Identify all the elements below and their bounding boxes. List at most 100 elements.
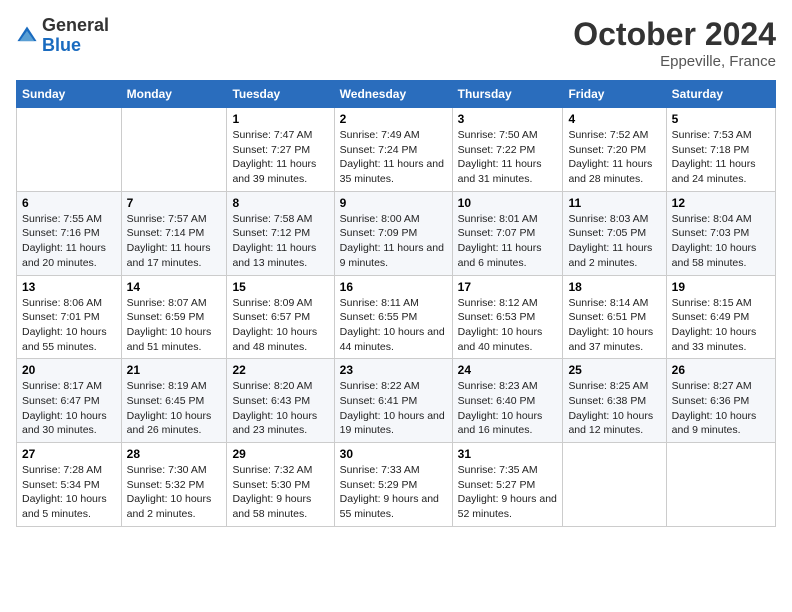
cell-content: Sunrise: 7:30 AMSunset: 5:32 PMDaylight:… xyxy=(127,463,222,522)
cell-content: Sunrise: 7:32 AMSunset: 5:30 PMDaylight:… xyxy=(232,463,328,522)
calendar-cell: 17Sunrise: 8:12 AMSunset: 6:53 PMDayligh… xyxy=(452,275,563,359)
cell-content: Sunrise: 7:28 AMSunset: 5:34 PMDaylight:… xyxy=(22,463,116,522)
day-number: 11 xyxy=(568,196,660,210)
day-number: 5 xyxy=(672,112,770,126)
calendar-cell: 15 Sunrise: 8:09 AMSunset: 6:57 PMDayligh… xyxy=(227,275,334,359)
day-number: 13 xyxy=(22,280,116,294)
cell-content: Sunrise: 8:04 AMSunset: 7:03 PMDaylight:… xyxy=(672,212,770,271)
cell-content: Sunrise: 7:47 AMSunset: 7:27 PMDaylight:… xyxy=(232,128,328,187)
cell-content: Sunrise: 8:20 AMSunset: 6:43 PMDaylight:… xyxy=(232,379,328,438)
cell-content: Sunrise: 7:53 AMSunset: 7:18 PMDaylight:… xyxy=(672,128,770,187)
calendar-cell: 26 Sunrise: 8:27 AMSunset: 6:36 PMDayligh… xyxy=(666,359,775,443)
day-number: 18 xyxy=(568,280,660,294)
cell-content: Sunrise: 8:03 AMSunset: 7:05 PMDaylight:… xyxy=(568,212,660,271)
cell-content: Sunrise: 8:25 AMSunset: 6:38 PMDaylight:… xyxy=(568,379,660,438)
cell-content: Sunrise: 8:19 AMSunset: 6:45 PMDaylight:… xyxy=(127,379,222,438)
cell-content: Sunrise: 7:35 AMSunset: 5:27 PMDaylight:… xyxy=(458,463,558,522)
title-block: October 2024 Eppeville, France xyxy=(573,16,776,70)
day-number: 28 xyxy=(127,447,222,461)
col-header-wednesday: Wednesday xyxy=(334,81,452,108)
cell-content: Sunrise: 7:33 AMSunset: 5:29 PMDaylight:… xyxy=(340,463,447,522)
col-header-thursday: Thursday xyxy=(452,81,563,108)
calendar-cell xyxy=(666,443,775,527)
day-number: 16 xyxy=(340,280,447,294)
calendar-cell: 20 Sunrise: 8:17 AMSunset: 6:47 PMDayligh… xyxy=(17,359,122,443)
calendar-cell: 16 Sunrise: 8:11 AMSunset: 6:55 PMDayligh… xyxy=(334,275,452,359)
col-header-saturday: Saturday xyxy=(666,81,775,108)
day-number: 6 xyxy=(22,196,116,210)
day-number: 19 xyxy=(672,280,770,294)
day-number: 2 xyxy=(340,112,447,126)
cell-content: Sunrise: 7:50 AMSunset: 7:22 PMDaylight:… xyxy=(458,128,558,187)
cell-content: Sunrise: 8:09 AMSunset: 6:57 PMDaylight:… xyxy=(232,296,328,355)
day-number: 22 xyxy=(232,363,328,377)
cell-content: Sunrise: 8:06 AMSunset: 7:01 PMDaylight:… xyxy=(22,296,116,355)
cell-content: Sunrise: 8:22 AMSunset: 6:41 PMDaylight:… xyxy=(340,379,447,438)
logo-general-text: General xyxy=(42,15,109,35)
calendar-cell: 18Sunrise: 8:14 AMSunset: 6:51 PMDayligh… xyxy=(563,275,666,359)
cell-content: Sunrise: 8:15 AMSunset: 6:49 PMDaylight:… xyxy=(672,296,770,355)
day-number: 7 xyxy=(127,196,222,210)
day-number: 26 xyxy=(672,363,770,377)
cell-content: Sunrise: 8:27 AMSunset: 6:36 PMDaylight:… xyxy=(672,379,770,438)
calendar-cell xyxy=(563,443,666,527)
day-number: 10 xyxy=(458,196,558,210)
location-subtitle: Eppeville, France xyxy=(573,53,776,70)
calendar-cell: 2 Sunrise: 7:49 AMSunset: 7:24 PMDaylight… xyxy=(334,108,452,192)
day-number: 21 xyxy=(127,363,222,377)
calendar-cell: 27 Sunrise: 7:28 AMSunset: 5:34 PMDayligh… xyxy=(17,443,122,527)
cell-content: Sunrise: 8:00 AMSunset: 7:09 PMDaylight:… xyxy=(340,212,447,271)
col-header-friday: Friday xyxy=(563,81,666,108)
day-number: 24 xyxy=(458,363,558,377)
calendar-week-row: 20 Sunrise: 8:17 AMSunset: 6:47 PMDayligh… xyxy=(17,359,776,443)
day-number: 23 xyxy=(340,363,447,377)
day-number: 17 xyxy=(458,280,558,294)
day-number: 4 xyxy=(568,112,660,126)
calendar-table: SundayMondayTuesdayWednesdayThursdayFrid… xyxy=(16,80,776,527)
calendar-cell: 21 Sunrise: 8:19 AMSunset: 6:45 PMDayligh… xyxy=(121,359,227,443)
calendar-cell: 14 Sunrise: 8:07 AMSunset: 6:59 PMDayligh… xyxy=(121,275,227,359)
col-header-sunday: Sunday xyxy=(17,81,122,108)
calendar-cell: 30 Sunrise: 7:33 AMSunset: 5:29 PMDayligh… xyxy=(334,443,452,527)
cell-content: Sunrise: 8:01 AMSunset: 7:07 PMDaylight:… xyxy=(458,212,558,271)
calendar-cell: 25 Sunrise: 8:25 AMSunset: 6:38 PMDayligh… xyxy=(563,359,666,443)
day-number: 25 xyxy=(568,363,660,377)
cell-content: Sunrise: 8:11 AMSunset: 6:55 PMDaylight:… xyxy=(340,296,447,355)
cell-content: Sunrise: 7:49 AMSunset: 7:24 PMDaylight:… xyxy=(340,128,447,187)
calendar-cell: 11 Sunrise: 8:03 AMSunset: 7:05 PMDayligh… xyxy=(563,191,666,275)
logo-blue-text: Blue xyxy=(42,35,81,55)
calendar-cell: 28 Sunrise: 7:30 AMSunset: 5:32 PMDayligh… xyxy=(121,443,227,527)
cell-content: Sunrise: 7:57 AMSunset: 7:14 PMDaylight:… xyxy=(127,212,222,271)
calendar-cell: 23 Sunrise: 8:22 AMSunset: 6:41 PMDayligh… xyxy=(334,359,452,443)
day-number: 15 xyxy=(232,280,328,294)
cell-content: Sunrise: 8:17 AMSunset: 6:47 PMDaylight:… xyxy=(22,379,116,438)
calendar-cell: 31 Sunrise: 7:35 AMSunset: 5:27 PMDayligh… xyxy=(452,443,563,527)
day-number: 8 xyxy=(232,196,328,210)
calendar-cell: 6Sunrise: 7:55 AMSunset: 7:16 PMDaylight… xyxy=(17,191,122,275)
calendar-cell: 1 Sunrise: 7:47 AMSunset: 7:27 PMDaylight… xyxy=(227,108,334,192)
calendar-cell: 9 Sunrise: 8:00 AMSunset: 7:09 PMDaylight… xyxy=(334,191,452,275)
calendar-header-row: SundayMondayTuesdayWednesdayThursdayFrid… xyxy=(17,81,776,108)
day-number: 14 xyxy=(127,280,222,294)
calendar-cell xyxy=(121,108,227,192)
calendar-cell: 10 Sunrise: 8:01 AMSunset: 7:07 PMDayligh… xyxy=(452,191,563,275)
calendar-week-row: 13 Sunrise: 8:06 AMSunset: 7:01 PMDayligh… xyxy=(17,275,776,359)
day-number: 3 xyxy=(458,112,558,126)
month-year-title: October 2024 xyxy=(573,16,776,53)
day-number: 27 xyxy=(22,447,116,461)
day-number: 9 xyxy=(340,196,447,210)
cell-content: Sunrise: 8:07 AMSunset: 6:59 PMDaylight:… xyxy=(127,296,222,355)
cell-content: Sunrise: 7:52 AMSunset: 7:20 PMDaylight:… xyxy=(568,128,660,187)
page-header: General Blue October 2024 Eppeville, Fra… xyxy=(16,16,776,70)
calendar-cell: 4 Sunrise: 7:52 AMSunset: 7:20 PMDaylight… xyxy=(563,108,666,192)
day-number: 12 xyxy=(672,196,770,210)
cell-content: Sunrise: 7:58 AMSunset: 7:12 PMDaylight:… xyxy=(232,212,328,271)
calendar-cell: 29Sunrise: 7:32 AMSunset: 5:30 PMDayligh… xyxy=(227,443,334,527)
day-number: 20 xyxy=(22,363,116,377)
day-number: 30 xyxy=(340,447,447,461)
day-number: 31 xyxy=(458,447,558,461)
calendar-cell: 7 Sunrise: 7:57 AMSunset: 7:14 PMDaylight… xyxy=(121,191,227,275)
day-number: 1 xyxy=(232,112,328,126)
calendar-cell: 12 Sunrise: 8:04 AMSunset: 7:03 PMDayligh… xyxy=(666,191,775,275)
calendar-cell: 5 Sunrise: 7:53 AMSunset: 7:18 PMDaylight… xyxy=(666,108,775,192)
